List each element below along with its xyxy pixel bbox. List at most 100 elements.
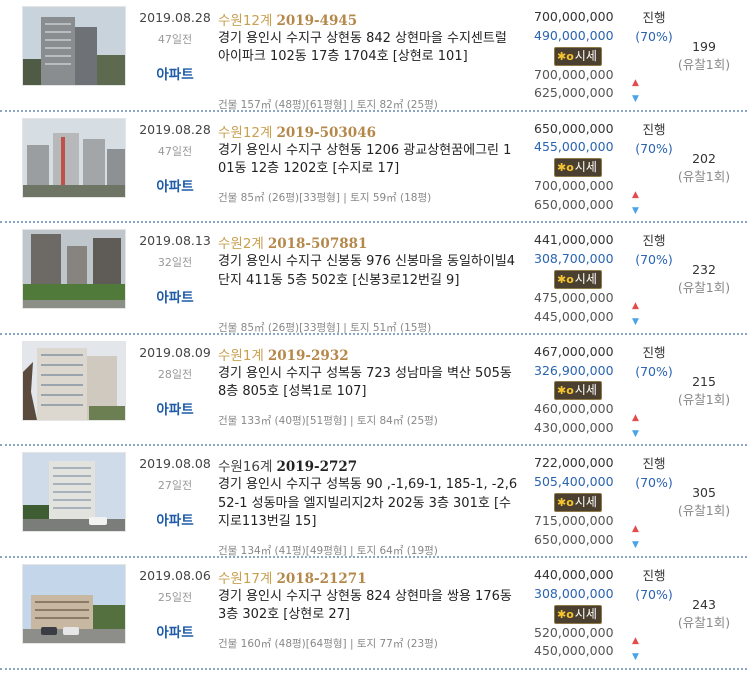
area-info: 건물 85㎡ (26평)[33평형] | 토지 59㎡ (18평)	[218, 191, 432, 204]
auction-list: 2019.08.28 47일전 아파트 수원12계 2019-4945 경기 용인…	[0, 0, 747, 670]
triangle-down-icon: ▼	[632, 94, 639, 104]
market-low-price: 625,000,000	[534, 85, 614, 101]
sale-date: 2019.08.06	[139, 567, 211, 583]
fail-count: (유찰1회)	[677, 614, 731, 630]
case-number[interactable]: 2019-4945	[276, 13, 357, 29]
price-block: 467,000,000 326,900,000 ✱o시세 460,000,000…	[534, 343, 614, 438]
price-block: 700,000,000 490,000,000 ✱o시세 700,000,000…	[534, 8, 614, 103]
key-icon: ✱o	[557, 384, 574, 398]
property-address[interactable]: 경기 용인시 수지구 성복동 90 ,-1,69-1, 185-1, -2,65…	[218, 476, 518, 531]
market-low-price: 650,000,000	[534, 196, 614, 212]
property-type-link[interactable]: 아파트	[135, 63, 215, 83]
court-name: 수원16계	[218, 459, 273, 476]
list-item: 2019.08.08 27일전 아파트 수원16계 2019-2727 경기 용인…	[0, 446, 747, 558]
market-badge[interactable]: ✱o시세	[554, 604, 602, 624]
market-high-price: 520,000,000	[534, 624, 614, 640]
appraisal-price: 650,000,000	[534, 120, 614, 136]
days-ago: 47일전	[157, 144, 193, 158]
days-ago: 28일전	[157, 367, 193, 381]
trend-arrows: ▲ ▼	[632, 75, 639, 107]
property-photo[interactable]	[22, 452, 126, 533]
triangle-up-icon: ▲	[632, 412, 639, 423]
price-block: 441,000,000 308,700,000 ✱o시세 475,000,000…	[534, 231, 614, 326]
property-type-link[interactable]: 아파트	[135, 398, 215, 418]
view-count-block: 199 (유찰1회)	[672, 38, 736, 74]
trend-arrows: ▲ ▼	[632, 187, 639, 219]
triangle-up-icon: ▲	[632, 78, 639, 88]
key-icon: ✱o	[557, 49, 574, 63]
market-high-price: 700,000,000	[534, 66, 614, 82]
property-address[interactable]: 경기 용인시 수지구 상현동 824 상현마을 쌍용 176동 3층 302호 …	[218, 588, 518, 625]
fail-count: (유찰1회)	[677, 168, 731, 184]
trend-arrows: ▲ ▼	[632, 521, 639, 553]
fail-count: (유찰1회)	[677, 391, 731, 407]
trend-arrows: ▲ ▼	[632, 298, 639, 330]
triangle-up-icon: ▲	[632, 301, 639, 312]
triangle-up-icon: ▲	[632, 635, 639, 646]
market-high-price: 475,000,000	[534, 289, 614, 305]
area-info: 건물 160㎡ (48평)[64평형] | 토지 77㎡ (23평)	[218, 637, 438, 650]
property-address[interactable]: 경기 용인시 수지구 성복동 723 성남마을 벽산 505동 8층 805호 …	[218, 365, 518, 402]
case-header: 수원2계 2018-507881	[218, 232, 367, 252]
case-header: 수원17계 2018-21271	[218, 567, 367, 587]
property-type-link[interactable]: 아파트	[135, 175, 215, 195]
minimum-price: 505,400,000	[534, 474, 614, 490]
appraisal-price: 700,000,000	[534, 9, 614, 24]
triangle-down-icon: ▼	[632, 540, 639, 551]
case-number[interactable]: 2018-21271	[276, 571, 366, 587]
view-count: 215	[692, 373, 716, 389]
list-item: 2019.08.06 25일전 아파트 수원17계 2018-21271 경기 용…	[0, 558, 747, 670]
key-icon: ✱o	[557, 495, 574, 509]
market-low-price: 430,000,000	[534, 420, 614, 436]
property-type-link[interactable]: 아파트	[135, 286, 215, 306]
market-badge[interactable]: ✱o시세	[554, 46, 602, 66]
property-address[interactable]: 경기 용인시 수지구 신봉동 976 신봉마을 동일하이빌4단지 411동 5층…	[218, 253, 518, 290]
case-number[interactable]: 2019-2932	[268, 348, 349, 364]
view-count: 199	[692, 39, 716, 54]
status-label: 진행	[642, 344, 666, 360]
area-info: 건물 134㎡ (41평)[49평형] | 토지 64㎡ (19평)	[218, 545, 438, 558]
property-photo[interactable]	[22, 6, 126, 86]
market-badge[interactable]: ✱o시세	[554, 381, 602, 401]
property-photo[interactable]	[22, 229, 126, 310]
property-photo[interactable]	[22, 117, 126, 198]
case-header: 수원12계 2019-503046	[218, 121, 376, 141]
price-block: 440,000,000 308,000,000 ✱o시세 520,000,000…	[534, 566, 614, 661]
market-badge[interactable]: ✱o시세	[554, 269, 602, 289]
case-number[interactable]: 2019-503046	[276, 125, 376, 141]
court-name: 수원17계	[218, 570, 273, 587]
triangle-down-icon: ▼	[632, 205, 639, 216]
sale-date: 2019.08.28	[139, 10, 211, 25]
triangle-up-icon: ▲	[632, 524, 639, 535]
triangle-down-icon: ▼	[632, 317, 639, 328]
case-number[interactable]: 2018-507881	[268, 236, 368, 252]
triangle-down-icon: ▼	[632, 651, 639, 662]
triangle-up-icon: ▲	[632, 189, 639, 200]
market-badge[interactable]: ✱o시세	[554, 158, 602, 178]
case-header: 수원12계 2019-4945	[218, 9, 357, 29]
view-count-block: 215 (유찰1회)	[672, 373, 736, 409]
sale-date: 2019.08.09	[139, 344, 211, 360]
days-ago: 47일전	[157, 33, 193, 46]
property-address[interactable]: 경기 용인시 수지구 상현동 842 상현마을 수지센트럴아이파크 102동 1…	[218, 30, 518, 67]
property-photo[interactable]	[22, 340, 126, 421]
minimum-price: 455,000,000	[534, 139, 614, 155]
market-badge[interactable]: ✱o시세	[554, 492, 602, 512]
key-icon: ✱o	[557, 607, 574, 621]
property-address[interactable]: 경기 용인시 수지구 상현동 1206 광교상현꿈에그린 101동 12층 12…	[218, 142, 518, 179]
view-count-block: 243 (유찰1회)	[672, 596, 736, 632]
sale-date: 2019.08.28	[139, 121, 211, 137]
list-item: 2019.08.28 47일전 아파트 수원12계 2019-503046 경기 …	[0, 112, 747, 224]
days-ago: 25일전	[157, 590, 193, 604]
sale-date: 2019.08.08	[139, 456, 211, 472]
property-photo[interactable]	[22, 563, 126, 644]
case-number[interactable]: 2019-2727	[276, 459, 357, 475]
status-label: 진행	[642, 233, 666, 249]
market-high-price: 460,000,000	[534, 401, 614, 417]
market-low-price: 450,000,000	[534, 643, 614, 659]
property-type-link[interactable]: 아파트	[135, 509, 215, 529]
view-count-block: 232 (유찰1회)	[672, 261, 736, 297]
minimum-price: 308,700,000	[534, 250, 614, 266]
property-type-link[interactable]: 아파트	[135, 621, 215, 641]
view-count-block: 305 (유찰1회)	[672, 484, 736, 520]
